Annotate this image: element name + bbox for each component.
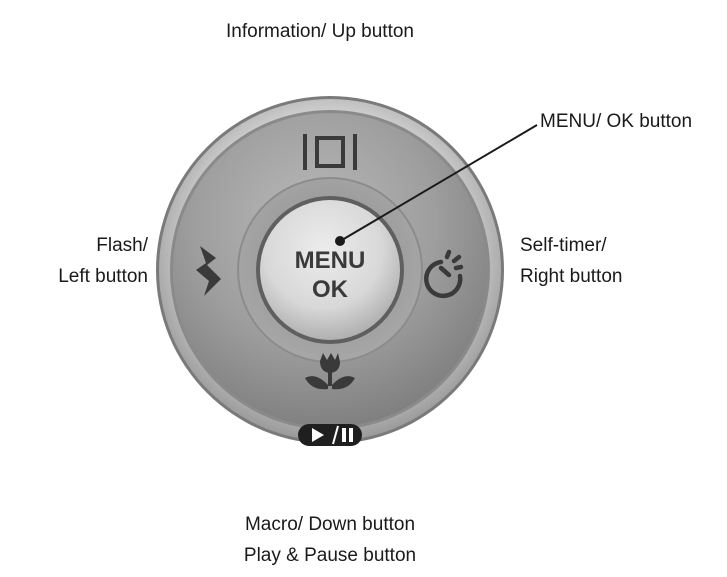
ok-label: OK (312, 276, 349, 303)
control-dial-diagram: MENU OK (156, 96, 538, 446)
menu-label: MENU (295, 247, 366, 274)
menu-ok-button[interactable]: MENU OK (256, 196, 404, 344)
play-pause-icon[interactable] (298, 424, 362, 446)
